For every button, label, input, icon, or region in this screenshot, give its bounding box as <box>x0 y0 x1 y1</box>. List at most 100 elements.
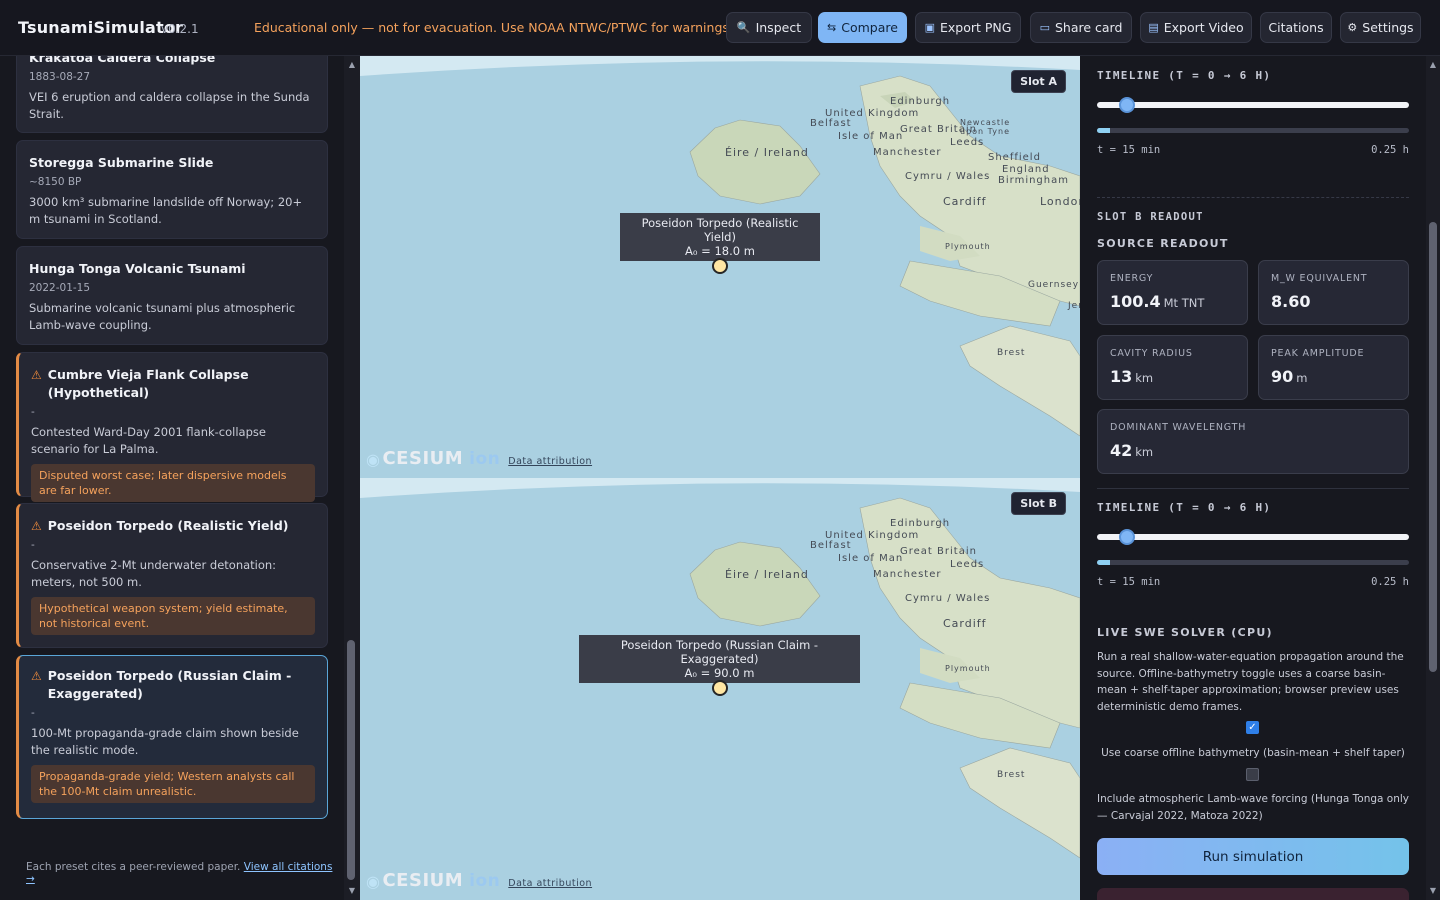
map-panel-slot-a[interactable]: Edinburgh United Kingdom Belfast Isle of… <box>360 56 1080 478</box>
timeline-a-slider[interactable] <box>1097 97 1409 113</box>
preset-caveat: Hypothetical weapon system; yield estima… <box>31 597 315 635</box>
map-label: Brest <box>997 770 1026 780</box>
card-icon: ▭ <box>1039 21 1050 34</box>
timeline-b-readout: t = 15 min 0.25 h <box>1097 576 1409 588</box>
preset-card-poseidon-claim[interactable]: ⚠ Poseidon Torpedo (Russian Claim - Exagg… <box>16 655 328 819</box>
warning-icon: ⚠ <box>31 368 42 382</box>
map-label: Birmingham <box>998 175 1069 186</box>
timeline-hours: 0.25 h <box>1371 576 1409 588</box>
map-label: Sheffield <box>988 152 1041 163</box>
tooltip-amplitude: A₀ = 90.0 m <box>684 666 755 680</box>
preset-description: Submarine volcanic tsunami plus atmosphe… <box>29 301 296 332</box>
run-simulation-button[interactable]: Run simulation <box>1097 838 1409 875</box>
offline-bathymetry-checkbox[interactable]: ✓ <box>1246 721 1259 734</box>
preset-card-krakatoa[interactable]: Krakatoa Caldera Collapse 1883-08-27 VEI… <box>16 56 328 133</box>
source-tooltip: Poseidon Torpedo (Russian Claim - Exagge… <box>579 635 860 683</box>
app-header: TsunamiSimulator v0.2.1 Educational only… <box>0 0 1440 56</box>
map-label: Newcastle upon Tyne <box>960 118 1011 136</box>
tile-label: ENERGY <box>1110 273 1154 284</box>
section-divider <box>1097 197 1409 198</box>
preset-date: 1883-08-27 <box>29 71 91 83</box>
compare-button[interactable]: ⇆ Compare <box>818 12 907 43</box>
readout-panel: TIMELINE (T = 0 → 6 H) t = 15 min 0.25 h… <box>1080 56 1426 900</box>
secondary-button[interactable] <box>1097 888 1409 900</box>
scrollbar-thumb[interactable] <box>1429 222 1437 672</box>
data-attribution-link[interactable]: Data attribution <box>508 456 592 467</box>
citations-button[interactable]: Citations <box>1260 12 1332 43</box>
map-label: Isle of Man <box>838 131 904 142</box>
readout-scrollbar[interactable]: ▲ ▼ <box>1426 56 1440 900</box>
swap-icon: ⇆ <box>827 21 837 34</box>
timeline-minutes: t = 15 min <box>1097 576 1161 588</box>
preset-card-hunga-tonga[interactable]: Hunga Tonga Volcanic Tsunami 2022-01-15 … <box>16 246 328 345</box>
source-marker[interactable] <box>712 680 728 696</box>
timeline-b-label: TIMELINE (T = 0 → 6 H) <box>1097 501 1272 514</box>
timeline-minutes: t = 15 min <box>1097 144 1161 156</box>
preset-description: Contested Ward-Day 2001 flank-collapse s… <box>31 425 266 456</box>
cesium-icon: ◉ <box>366 450 381 469</box>
map-label: Edinburgh <box>890 518 951 529</box>
warning-icon: ⚠ <box>31 669 42 683</box>
data-attribution-link[interactable]: Data attribution <box>508 878 592 889</box>
map-label: Guernsey <box>1028 280 1080 290</box>
preset-title: ⚠ Poseidon Torpedo (Russian Claim - Exagg… <box>31 668 292 701</box>
preset-card-cumbre-vieja[interactable]: ⚠ Cumbre Vieja Flank Collapse (Hypothetic… <box>16 352 328 502</box>
map-label: Edinburgh <box>890 96 951 107</box>
tile-label: CAVITY RADIUS <box>1110 348 1193 359</box>
app-title: TsunamiSimulator <box>18 18 184 37</box>
timeline-a-readout: t = 15 min 0.25 h <box>1097 144 1409 156</box>
compare-button-label: Compare <box>841 20 898 35</box>
checkmark-icon: ✓ <box>1248 722 1257 733</box>
footer-text: Each preset cites a peer-reviewed paper. <box>26 861 241 873</box>
source-marker[interactable] <box>712 258 728 274</box>
map-label: Great Britain <box>900 546 977 557</box>
preset-card-storegga[interactable]: Storegga Submarine Slide ~8150 BP 3000 k… <box>16 140 328 239</box>
preset-description: Conservative 2-Mt underwater detonation:… <box>31 558 277 589</box>
tile-label: PEAK AMPLITUDE <box>1271 348 1365 359</box>
export-video-button[interactable]: ▤ Export Video <box>1140 12 1252 43</box>
lamb-wave-checkbox[interactable] <box>1246 768 1259 781</box>
scroll-down-icon[interactable]: ▼ <box>347 886 357 896</box>
map-label: Plymouth <box>945 664 991 673</box>
preset-caveat: Propaganda-grade yield; Western analysts… <box>31 765 315 803</box>
share-card-button[interactable]: ▭ Share card <box>1030 12 1132 43</box>
map-label: Jersey <box>1068 301 1080 311</box>
timeline-b-slider[interactable] <box>1097 529 1409 545</box>
cesium-wordmark: CESIUM <box>382 448 464 469</box>
map-panel-slot-b[interactable]: Edinburgh United Kingdom Belfast Isle of… <box>360 478 1080 900</box>
tooltip-amplitude: A₀ = 18.0 m <box>685 244 755 258</box>
cesium-wordmark: CESIUM <box>382 870 464 891</box>
scrollbar-thumb[interactable] <box>347 640 355 880</box>
inspect-button-label: Inspect <box>755 20 802 35</box>
scroll-down-icon[interactable]: ▼ <box>1428 886 1438 896</box>
sidebar-scrollbar[interactable]: ▲ ▼ <box>344 56 360 900</box>
cesium-ion-logo: ◉ CESIUM ion Data attribution <box>366 448 592 469</box>
timeline-a-slider-thumb[interactable] <box>1119 97 1136 113</box>
preset-title: Krakatoa Caldera Collapse <box>29 56 216 65</box>
export-video-button-label: Export Video <box>1163 20 1244 35</box>
mw-equivalent-tile: M_W EQUIVALENT 8.60 <box>1258 260 1409 325</box>
preset-title: Hunga Tonga Volcanic Tsunami <box>29 261 246 276</box>
preset-date: 2022-01-15 <box>29 282 91 294</box>
preset-card-poseidon-realistic[interactable]: ⚠ Poseidon Torpedo (Realistic Yield) - Co… <box>16 503 328 648</box>
slot-b-readout-heading: SLOT B READOUT <box>1097 211 1204 223</box>
tile-label: DOMINANT WAVELENGTH <box>1110 422 1247 433</box>
preset-title: ⚠ Poseidon Torpedo (Realistic Yield) <box>31 518 289 533</box>
settings-button[interactable]: ⚙ Settings <box>1340 12 1421 43</box>
safety-warning: Educational only — not for evacuation. U… <box>254 20 733 35</box>
tile-value: 90 m <box>1271 367 1308 386</box>
timeline-b-slider-thumb[interactable] <box>1119 529 1136 545</box>
export-png-button[interactable]: ▣ Export PNG <box>915 12 1021 43</box>
video-icon: ▤ <box>1148 21 1159 34</box>
tile-value: 8.60 <box>1271 292 1311 311</box>
map-label: Leeds <box>950 559 985 570</box>
section-divider <box>1097 488 1409 489</box>
timeline-a-label: TIMELINE (T = 0 → 6 H) <box>1097 69 1272 82</box>
scroll-up-icon[interactable]: ▲ <box>347 60 357 70</box>
preset-title: ⚠ Cumbre Vieja Flank Collapse (Hypothetic… <box>31 367 249 400</box>
timeline-b-progress <box>1097 560 1409 565</box>
map-label: Cymru / Wales <box>905 593 991 604</box>
map-label: Éire / Ireland <box>725 568 809 581</box>
scroll-up-icon[interactable]: ▲ <box>1428 60 1438 70</box>
inspect-button[interactable]: 🔍 Inspect <box>726 12 812 43</box>
